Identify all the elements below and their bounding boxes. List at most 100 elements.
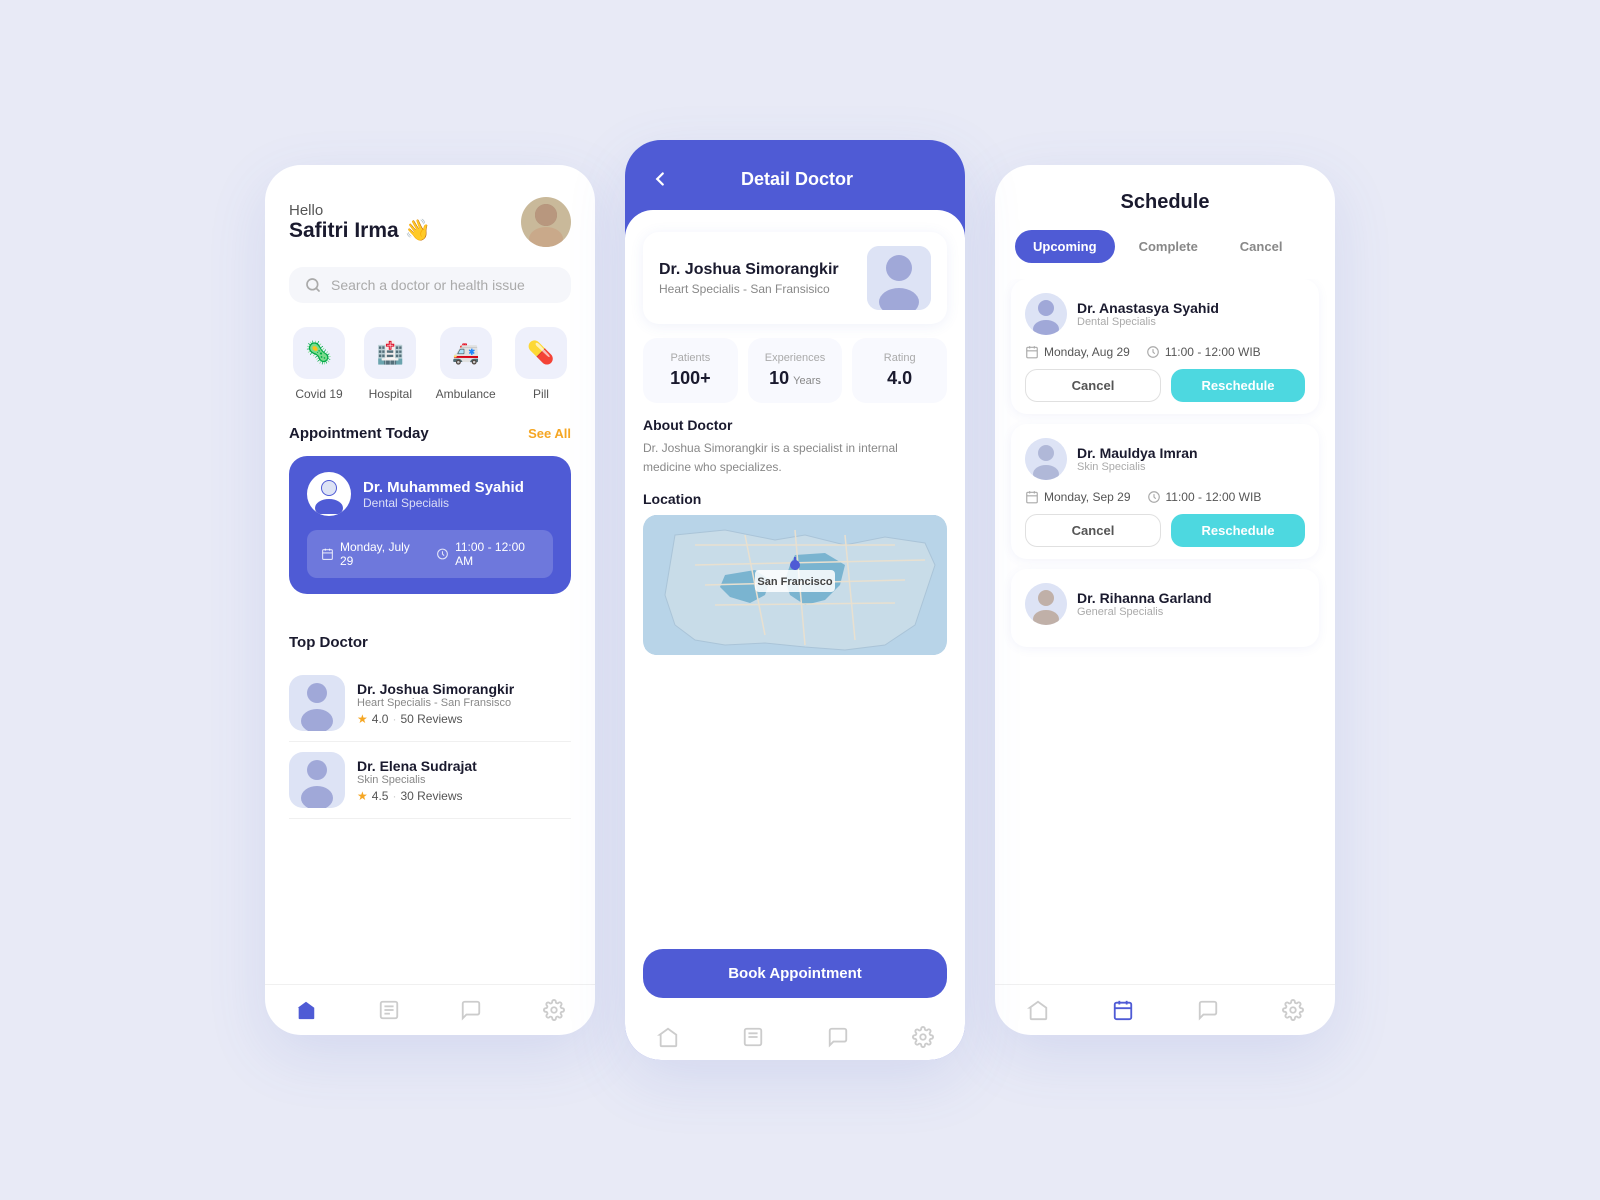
about-title: About Doctor [643, 417, 947, 433]
detail-doctor-photo [867, 246, 931, 310]
home-nav-icon[interactable] [295, 999, 317, 1021]
stat-rating: Rating 4.0 [852, 338, 947, 403]
avatar[interactable] [521, 197, 571, 247]
appointment-time: 11:00 - 12:00 AM [436, 540, 539, 568]
category-covid-label: Covid 19 [295, 387, 342, 401]
tab-cancel[interactable]: Cancel [1222, 230, 1301, 263]
search-icon [305, 277, 321, 293]
schedule-date-text: Monday, Aug 29 [1044, 345, 1130, 359]
chat-nav-icon[interactable] [460, 999, 482, 1021]
search-placeholder: Search a doctor or health issue [331, 277, 525, 293]
user-name: Safitri Irma 👋 [289, 219, 431, 243]
doctor-thumbnail [289, 675, 345, 731]
doctor-thumbnail [289, 752, 345, 808]
appointment-time-text: 11:00 - 12:00 AM [455, 540, 539, 568]
hospital-icon: 🏥 [364, 327, 416, 379]
list-nav-icon[interactable] [378, 999, 400, 1021]
detail-header: Detail Doctor [625, 140, 965, 210]
doctor-name: Dr. Joshua Simorangkir [357, 681, 514, 697]
schedule-time: 11:00 - 12:00 WIB [1147, 490, 1262, 504]
schedule-doctor-name: Dr. Mauldya Imran [1077, 445, 1198, 461]
review-count: 50 Reviews [400, 712, 462, 726]
map-container: San Francisco [643, 515, 947, 655]
experience-value: 10 [769, 368, 789, 389]
schedule-list: Dr. Anastasya Syahid Dental Specialis Mo… [995, 279, 1335, 984]
experience-label: Experiences [758, 352, 833, 364]
cancel-button[interactable]: Cancel [1025, 514, 1161, 547]
ambulance-icon: 🚑 [440, 327, 492, 379]
chat-nav-icon[interactable] [1197, 999, 1219, 1021]
schedule-actions: Cancel Reschedule [1025, 369, 1305, 402]
schedule-doctor-avatar [1025, 293, 1067, 335]
detail-title: Detail Doctor [683, 169, 911, 190]
doctor-info-card: Dr. Joshua Simorangkir Heart Specialis -… [643, 232, 947, 324]
settings-nav-icon[interactable] [912, 1026, 934, 1048]
schedule-title: Schedule [995, 165, 1335, 230]
detail-doctor-name: Dr. Joshua Simorangkir [659, 261, 839, 279]
covid-icon: 🦠 [293, 327, 345, 379]
appointment-doctor-specialty: Dental Specialis [363, 496, 524, 510]
reschedule-button[interactable]: Reschedule [1171, 369, 1305, 402]
schedule-doctor-name: Dr. Rihanna Garland [1077, 590, 1212, 606]
stats-row: Patients 100+ Experiences 10 Years Ratin… [643, 338, 947, 403]
book-appointment-button[interactable]: Book Appointment [643, 949, 947, 998]
schedule-time: 11:00 - 12:00 WIB [1146, 345, 1261, 359]
schedule-doctor-name: Dr. Anastasya Syahid [1077, 300, 1219, 316]
schedule-date: Monday, Aug 29 [1025, 345, 1130, 359]
schedule-doctor-specialty: Skin Specialis [1077, 461, 1198, 473]
appointment-date: Monday, July 29 [321, 540, 420, 568]
experience-unit: Years [793, 375, 821, 387]
schedule-date-text: Monday, Sep 29 [1044, 490, 1131, 504]
schedule-time-row: Monday, Aug 29 11:00 - 12:00 WIB [1025, 345, 1305, 359]
bottom-nav [265, 984, 595, 1035]
patients-value: 100+ [653, 368, 728, 389]
pill-icon: 💊 [515, 327, 567, 379]
review-count: 30 Reviews [400, 789, 462, 803]
stat-experience: Experiences 10 Years [748, 338, 843, 403]
schedule-actions: Cancel Reschedule [1025, 514, 1305, 547]
category-hospital[interactable]: 🏥 Hospital [364, 327, 416, 401]
calendar-icon [1025, 345, 1039, 359]
patients-label: Patients [653, 352, 728, 364]
doctor-specialty: Heart Specialis - San Fransisco [357, 697, 514, 709]
settings-nav-icon[interactable] [543, 999, 565, 1021]
svg-text:San Francisco: San Francisco [757, 576, 832, 588]
list-nav-icon[interactable] [742, 1026, 764, 1048]
search-bar[interactable]: Search a doctor or health issue [289, 267, 571, 303]
mid-bottom-nav [625, 1014, 965, 1060]
schedule-doctor-avatar [1025, 583, 1067, 625]
home-nav-icon[interactable] [657, 1026, 679, 1048]
schedule-item: Dr. Rihanna Garland General Specialis [1011, 569, 1319, 647]
clock-icon [1146, 345, 1160, 359]
tab-complete[interactable]: Complete [1121, 230, 1216, 263]
settings-nav-icon[interactable] [1282, 999, 1304, 1021]
top-doctor-section: Top Doctor Dr. Joshua Simorangkir Heart … [265, 634, 595, 819]
category-ambulance-label: Ambulance [436, 387, 496, 401]
calendar-icon [1025, 490, 1039, 504]
list-item[interactable]: Dr. Joshua Simorangkir Heart Specialis -… [289, 665, 571, 742]
stat-patients: Patients 100+ [643, 338, 738, 403]
list-item[interactable]: Dr. Elena Sudrajat Skin Specialis ★ 4.5 … [289, 742, 571, 819]
schedule-doctor-specialty: Dental Specialis [1077, 316, 1219, 328]
middle-phone-card: Detail Doctor Dr. Joshua Simorangkir Hea… [625, 140, 965, 1060]
appointment-date-text: Monday, July 29 [340, 540, 420, 568]
doctor-rating: ★ 4.0 · 50 Reviews [357, 712, 514, 726]
schedule-time-row: Monday, Sep 29 11:00 - 12:00 WIB [1025, 490, 1305, 504]
back-arrow-icon[interactable] [649, 168, 671, 190]
home-nav-icon[interactable] [1027, 999, 1049, 1021]
reschedule-button[interactable]: Reschedule [1171, 514, 1305, 547]
appointment-doctor-name: Dr. Muhammed Syahid [363, 479, 524, 496]
calendar-nav-icon[interactable] [1112, 999, 1134, 1021]
schedule-doctor-avatar [1025, 438, 1067, 480]
schedule-item: Dr. Mauldya Imran Skin Specialis Monday,… [1011, 424, 1319, 559]
category-covid[interactable]: 🦠 Covid 19 [293, 327, 345, 401]
calendar-icon [321, 547, 334, 561]
right-phone-card: Schedule Upcoming Complete Cancel Dr. An… [995, 165, 1335, 1035]
see-all-link[interactable]: See All [528, 426, 571, 441]
chat-nav-icon[interactable] [827, 1026, 849, 1048]
cancel-button[interactable]: Cancel [1025, 369, 1161, 402]
category-pill[interactable]: 💊 Pill [515, 327, 567, 401]
location-section: Location [643, 491, 947, 655]
category-ambulance[interactable]: 🚑 Ambulance [436, 327, 496, 401]
tab-upcoming[interactable]: Upcoming [1015, 230, 1115, 263]
